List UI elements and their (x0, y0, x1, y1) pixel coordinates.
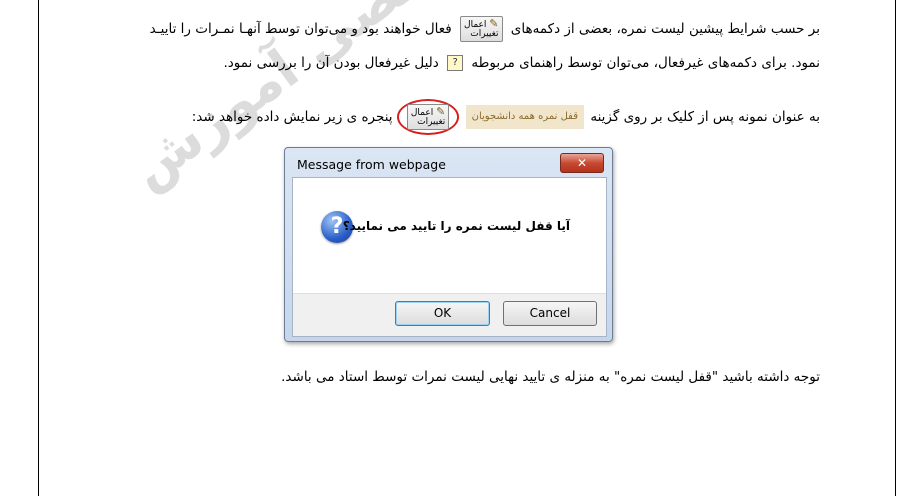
page-border-left (38, 0, 39, 496)
paragraph-text: فعال خواهند بود و می‌توان توسط آنهـا نمـ… (149, 21, 452, 37)
paragraph-2: به عنوان نمونه پس از کلیک بر روی گزینه ق… (192, 99, 820, 135)
paragraph-text: پنجره ی زیر نمایش داده خواهد شد: (191, 109, 393, 125)
lock-all-grades-label: قفل نمره همه دانشجویان (465, 105, 585, 129)
help-icon: ? (447, 55, 464, 71)
highlight-circle: ✎ اعمال تغییرات (396, 99, 460, 135)
dialog-body: ? آیا قفل لیست نمره را تایید می نمایید؟ … (292, 177, 607, 337)
paragraph-text: دلیل غیرفعال بودن آن را بررسی نمود. (223, 55, 439, 71)
message-dialog: Message from webpage ✕ ? آیا قفل لیست نم… (284, 147, 613, 342)
paragraph-3: توجه داشته باشید "قفل لیست نمره" به منزل… (281, 369, 820, 385)
paragraph-text: بر حسب شرایط پیشین لیست نمره، بعضی از دک… (510, 21, 820, 37)
close-button[interactable]: ✕ (560, 153, 604, 173)
paragraph-text: به عنوان نمونه پس از کلیک بر روی گزینه (590, 109, 820, 125)
paragraph-1-line-2: نمود. برای دکمه‌های غیرفعال، می‌توان توس… (223, 53, 820, 73)
paragraph-1-line-1: بر حسب شرایط پیشین لیست نمره، بعضی از دک… (150, 16, 820, 42)
dialog-footer: OK Cancel (293, 293, 606, 336)
dialog-message: آیا قفل لیست نمره را تایید می نمایید؟ (342, 219, 570, 233)
paragraph-text: نمود. برای دکمه‌های غیرفعال، می‌توان توس… (471, 55, 820, 71)
apply-label-line2: تغییرات (417, 117, 446, 127)
apply-label-line2: تغییرات (470, 29, 499, 39)
apply-changes-button-image: ✎ اعمال تغییرات (460, 16, 503, 42)
dialog-title: Message from webpage (297, 157, 446, 172)
apply-changes-button-image: ✎ اعمال تغییرات (406, 104, 450, 130)
cancel-button[interactable]: Cancel (503, 301, 597, 326)
page-border-right (895, 0, 896, 496)
ok-button[interactable]: OK (395, 301, 490, 326)
